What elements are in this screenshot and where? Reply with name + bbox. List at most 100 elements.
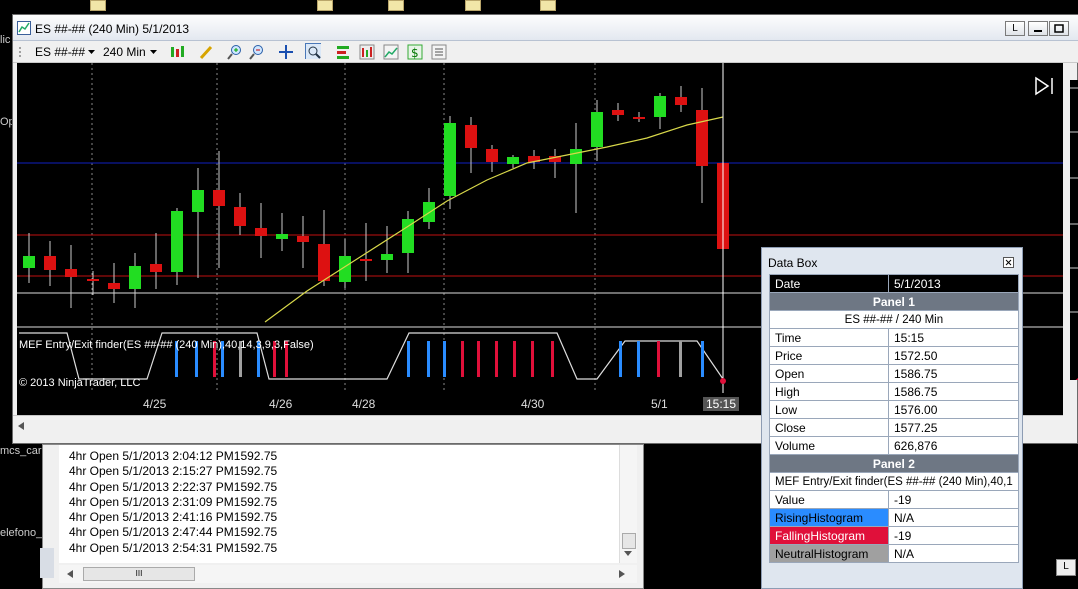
output-horizontal-scrollbar[interactable]: III: [59, 565, 637, 583]
data-row: NeutralHistogram N/A: [769, 544, 1019, 563]
indicators-icon[interactable]: [359, 44, 375, 60]
histogram-bar: [701, 341, 704, 377]
output-window: 4hr Open 5/1/2013 2:04:12 PM1592.75 4hr …: [42, 444, 644, 589]
candle-body: [276, 234, 288, 239]
date-row: Date 5/1/2013: [769, 274, 1019, 293]
price-axis-edge: [1070, 80, 1078, 388]
candle-body: [507, 157, 519, 164]
candle-body: [108, 283, 120, 289]
crosshair-icon[interactable]: [278, 44, 294, 60]
candle-body: [570, 149, 582, 164]
histogram-bar: [495, 341, 498, 377]
maximize-button[interactable]: [1049, 21, 1069, 36]
interval-selector[interactable]: 240 Min: [103, 45, 146, 59]
candle-body: [150, 264, 162, 272]
histogram-bar: [657, 341, 660, 377]
instrument-selector[interactable]: ES ##-##: [35, 45, 85, 59]
data-box-title: Data Box: [768, 256, 818, 270]
data-row: RisingHistogram N/A: [769, 508, 1019, 527]
histogram-marker: [720, 378, 726, 384]
candle-body: [255, 228, 267, 236]
candle-body: [87, 279, 99, 281]
log-line: 4hr Open 5/1/2013 2:22:37 PM1592.75: [69, 479, 278, 494]
candle-body: [23, 256, 35, 268]
toolbar-grip-icon: [19, 47, 21, 57]
date-label: Date: [769, 274, 889, 293]
scroll-right-icon[interactable]: [619, 570, 625, 578]
candle-body: [696, 110, 708, 166]
data-box-window: Data Box Date 5/1/2013 Panel 1 ES ##-## …: [761, 247, 1023, 589]
strategies-icon[interactable]: [335, 44, 351, 60]
data-row: Time 15:15: [769, 328, 1019, 347]
data-row: Low 1576.00: [769, 400, 1019, 419]
bars-style-icon[interactable]: [169, 44, 185, 60]
candle-body: [612, 110, 624, 115]
chevron-down-icon[interactable]: [88, 50, 95, 55]
pencil-draw-icon[interactable]: [199, 44, 215, 60]
candle-body: [318, 244, 330, 281]
histogram-bar: [619, 341, 622, 377]
maximize-icon: [1054, 24, 1064, 33]
link-button[interactable]: L: [1005, 21, 1025, 36]
zoom-in-icon[interactable]: [227, 44, 243, 60]
histogram-bar: [443, 341, 446, 377]
panel1-header: Panel 1: [769, 292, 1019, 311]
scroll-thumb[interactable]: III: [83, 567, 195, 581]
desktop-file-icon[interactable]: [317, 0, 333, 11]
panel1-subheader: ES ##-## / 240 Min: [769, 310, 1019, 329]
output-log[interactable]: 4hr Open 5/1/2013 2:04:12 PM1592.75 4hr …: [59, 445, 619, 563]
desktop-text-fragment: lic: [0, 34, 11, 46]
candle-body: [465, 125, 477, 148]
desktop-icon-label[interactable]: mcs_card: [0, 445, 48, 457]
moving-average-line: [264, 116, 724, 323]
log-line: 4hr Open 5/1/2013 2:47:44 PM1592.75: [69, 525, 278, 540]
desktop-file-icon[interactable]: [540, 0, 556, 11]
chart-trader-icon[interactable]: [383, 44, 399, 60]
candle-body: [381, 254, 393, 260]
desktop-file-icon[interactable]: [90, 0, 106, 11]
histogram-bar: [637, 341, 640, 377]
candle-body: [44, 256, 56, 270]
scroll-left-icon[interactable]: [18, 422, 24, 430]
background-window-edge: [40, 548, 54, 578]
data-row: Value -19: [769, 490, 1019, 509]
chart-toolbar: ES ##-## 240 Min $: [13, 41, 1078, 63]
price-axis-ticks: [1070, 87, 1078, 388]
scroll-thumb[interactable]: [622, 533, 636, 549]
dollar-icon[interactable]: $: [407, 44, 423, 60]
data-row: Open 1586.75: [769, 364, 1019, 383]
output-vertical-scrollbar[interactable]: [619, 445, 637, 563]
desktop-taskbar-strip: [0, 0, 1078, 12]
properties-icon[interactable]: [431, 44, 447, 60]
histogram-bar: [477, 341, 480, 377]
scroll-down-icon[interactable]: [624, 551, 632, 557]
candle-body: [633, 117, 645, 119]
x-tick-label: 5/1: [651, 397, 668, 411]
candle-body: [65, 269, 77, 277]
desktop-file-icon[interactable]: [465, 0, 481, 11]
panel2-subheader: MEF Entry/Exit finder(ES ##-## (240 Min)…: [769, 472, 1019, 491]
histogram-bar: [427, 341, 430, 377]
magnifier-icon[interactable]: [305, 43, 321, 59]
scroll-to-end-icon[interactable]: [1034, 76, 1056, 96]
data-row: FallingHistogram -19: [769, 526, 1019, 545]
histogram-bar: [407, 341, 410, 377]
chevron-down-icon[interactable]: [150, 50, 157, 55]
indicator-label: MEF Entry/Exit finder(ES ##-## (240 Min)…: [19, 339, 314, 351]
date-value: 5/1/2013: [888, 274, 1019, 293]
log-line: 4hr Open 5/1/2013 2:15:27 PM1592.75: [69, 464, 278, 479]
desktop-file-icon[interactable]: [388, 0, 404, 11]
candle-body: [591, 112, 603, 147]
data-row: Price 1572.50: [769, 346, 1019, 365]
log-line: 4hr Open 5/1/2013 2:54:31 PM1592.75: [69, 540, 278, 555]
candle-body: [675, 97, 687, 105]
minimize-icon: [1034, 30, 1042, 32]
log-line: 4hr Open 5/1/2013 2:31:09 PM1592.75: [69, 494, 278, 509]
close-icon[interactable]: [1003, 257, 1014, 268]
minimize-button[interactable]: [1028, 21, 1048, 36]
link-button[interactable]: L: [1056, 559, 1076, 576]
zoom-out-icon[interactable]: [249, 44, 265, 60]
chart-titlebar[interactable]: ES ##-## (240 Min) 5/1/2013 L: [13, 15, 1078, 41]
scroll-left-icon[interactable]: [67, 570, 73, 578]
data-box-table: Date 5/1/2013 Panel 1 ES ##-## / 240 Min…: [769, 274, 1019, 563]
